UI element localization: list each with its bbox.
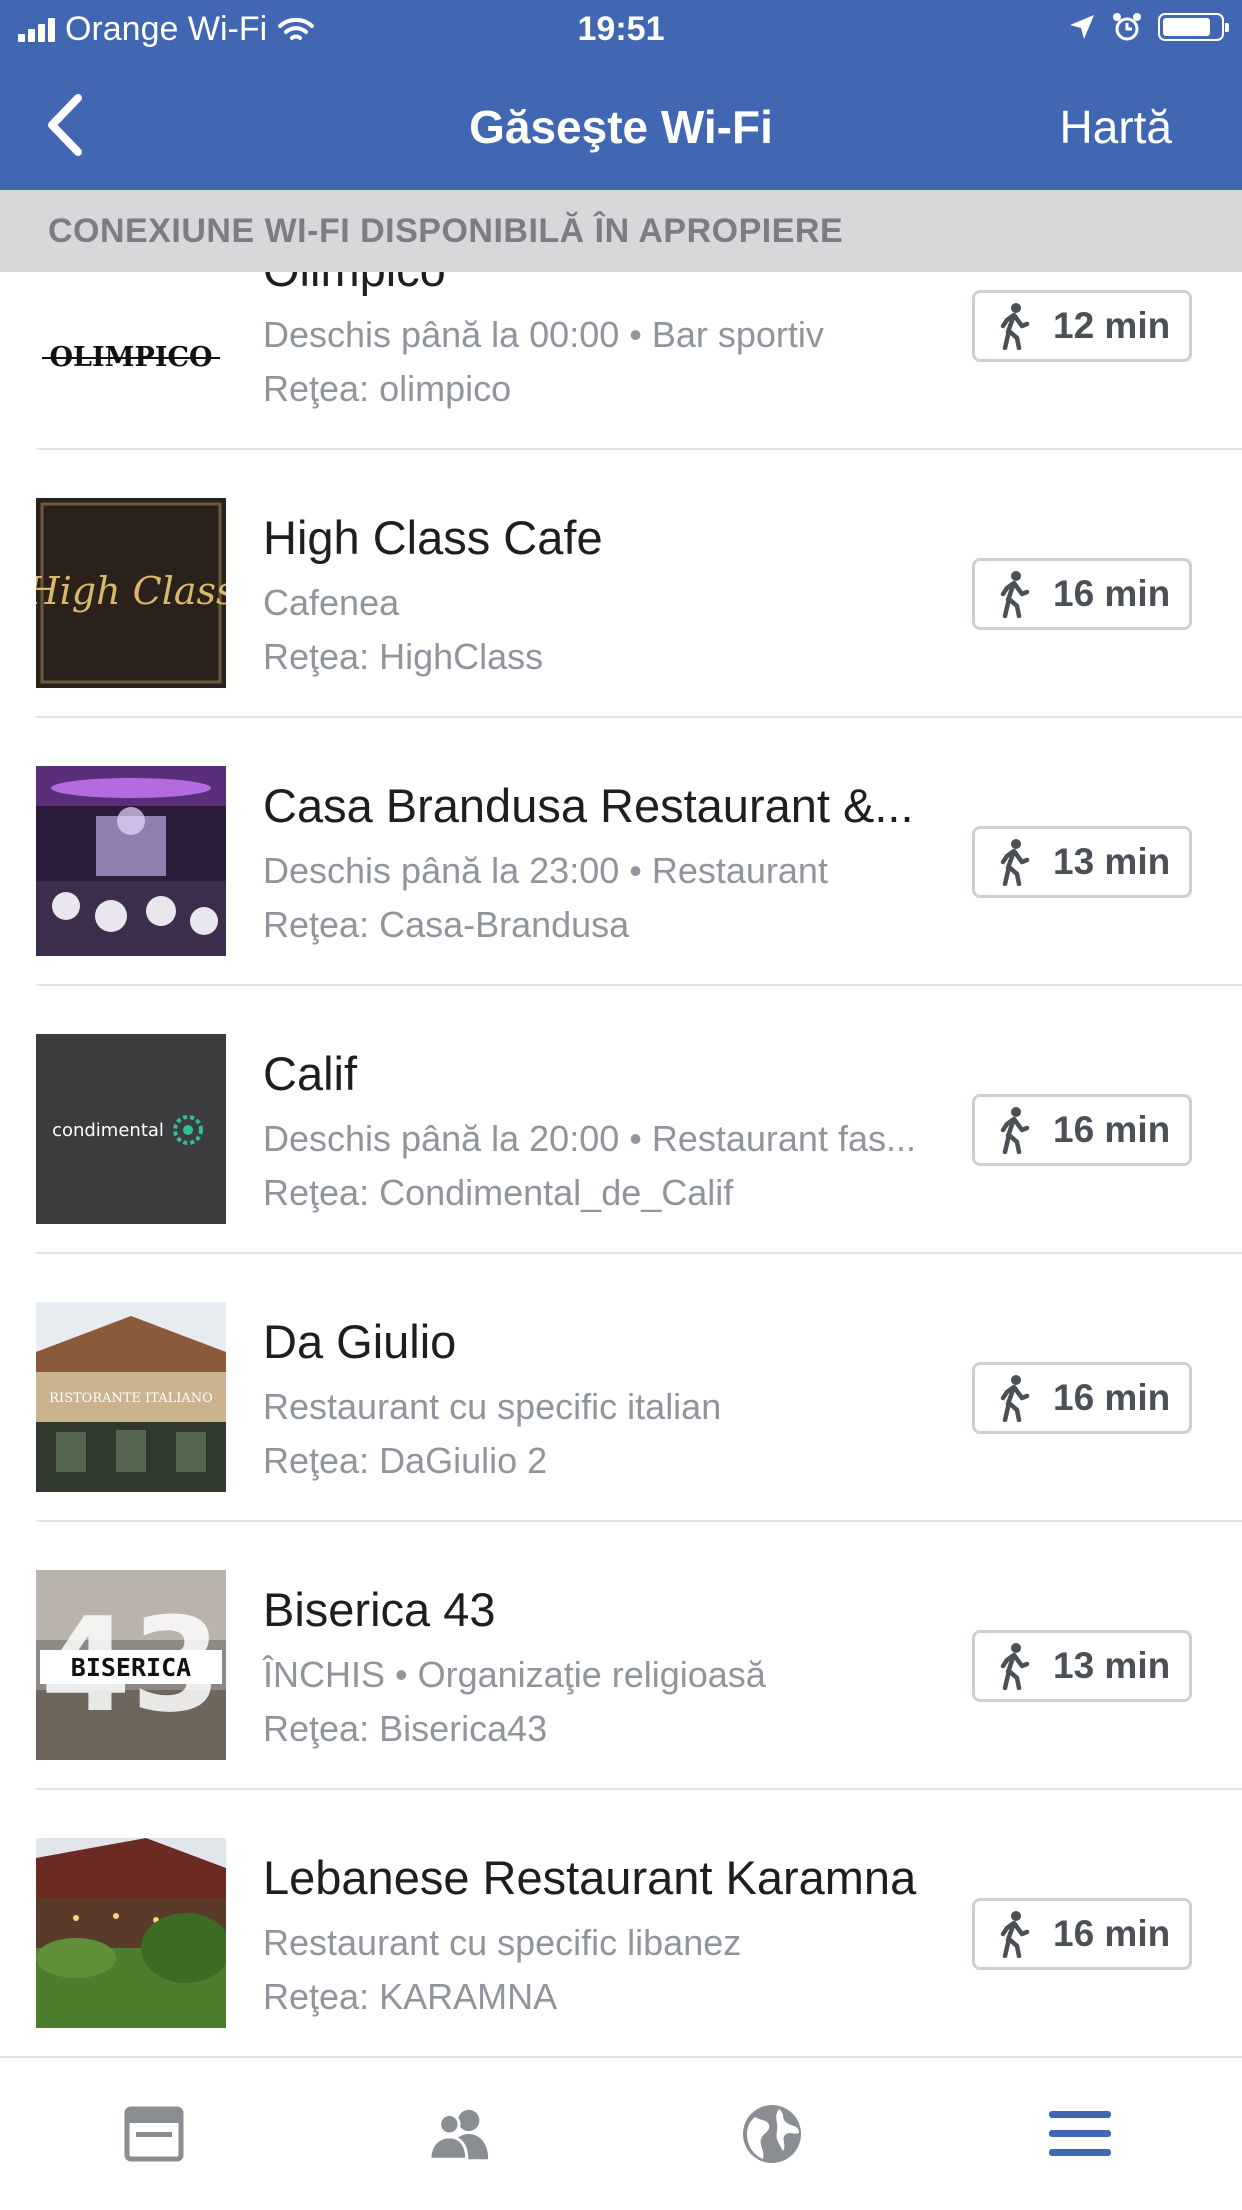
wifi-places-list: OLIMPICO Olimpico Deschis până la 00:00 … [0, 272, 1242, 2056]
walk-time-label: 16 min [1053, 1913, 1171, 1954]
navigation-bar: Găseşte Wi-Fi Hartă [0, 62, 1242, 190]
list-item[interactable]: 43 BISERICA Biserica 43 ÎNCHIS • Organiz… [0, 1522, 1242, 1790]
menu-icon [1049, 2111, 1111, 2156]
tab-bar [0, 2056, 1242, 2210]
list-item[interactable]: condimental Calif Deschis până la 20:00 … [0, 986, 1242, 1254]
place-network: Reţea: KARAMNA [263, 1976, 558, 2017]
place-thumbnail: 43 BISERICA [36, 1570, 226, 1760]
clock: 19:51 [577, 10, 665, 48]
status-bar: Orange Wi-Fi 19:51 [0, 0, 1242, 62]
place-name: Olimpico [263, 272, 446, 297]
walking-person-icon [1000, 1643, 1030, 1690]
walking-person-icon [1000, 1107, 1030, 1154]
place-thumbnail: OLIMPICO [36, 272, 226, 420]
walk-time-label: 16 min [1053, 1109, 1171, 1150]
walking-person-icon [1000, 1375, 1030, 1422]
section-header: CONEXIUNE WI-FI DISPONIBILĂ ÎN APROPIERE [0, 190, 1242, 272]
walk-time-label: 13 min [1053, 1645, 1171, 1686]
place-subtitle: Deschis până la 20:00 • Restaurant fas..… [263, 1118, 916, 1159]
place-subtitle: Deschis până la 00:00 • Bar sportiv [263, 314, 824, 355]
place-name: Biserica 43 [263, 1583, 496, 1636]
thumbnail-logo-text: BISERICA [71, 1653, 191, 1682]
place-subtitle: Cafenea [263, 582, 400, 623]
thumbnail-logo-text: High Class [36, 569, 226, 613]
place-subtitle: ÎNCHIS • Organizaţie religioasă [263, 1654, 766, 1695]
place-thumbnail: condimental [36, 1034, 226, 1224]
place-name: Lebanese Restaurant Karamna [263, 1851, 917, 1904]
thumbnail-logo-text: condimental [52, 1120, 164, 1141]
list-item[interactable]: RISTORANTE ITALIANO Da Giulio Restaurant… [0, 1254, 1242, 1522]
walk-time-button[interactable]: 13 min [972, 1630, 1192, 1702]
thumbnail-sign-text: RISTORANTE ITALIANO [49, 1391, 213, 1406]
place-name: High Class Cafe [263, 511, 603, 564]
walk-time-button[interactable]: 16 min [972, 1362, 1192, 1434]
tab-friends[interactable] [428, 2102, 492, 2166]
tab-globe[interactable] [740, 2102, 804, 2166]
walk-time-button[interactable]: 16 min [972, 558, 1192, 630]
walk-time-button[interactable]: 16 min [972, 1898, 1192, 1970]
battery-icon [1158, 13, 1229, 41]
news-feed-icon [124, 2106, 184, 2162]
walk-time-label: 16 min [1053, 573, 1171, 614]
place-network: Reţea: olimpico [263, 368, 512, 409]
walk-time-label: 13 min [1053, 841, 1171, 882]
place-name: Calif [263, 1047, 358, 1100]
walk-time-button[interactable]: 13 min [972, 826, 1192, 898]
place-name: Da Giulio [263, 1315, 457, 1368]
place-network: Reţea: Casa-Brandusa [263, 904, 630, 945]
place-network: Reţea: Condimental_de_Calif [263, 1172, 734, 1213]
walk-time-button[interactable]: 16 min [972, 1094, 1192, 1166]
tab-menu[interactable] [1048, 2102, 1112, 2166]
place-network: Reţea: DaGiulio 2 [263, 1440, 548, 1481]
place-thumbnail: RISTORANTE ITALIANO [36, 1302, 226, 1492]
location-arrow-icon [1070, 15, 1094, 39]
globe-icon [743, 2105, 801, 2163]
walk-time-label: 16 min [1053, 1377, 1171, 1418]
place-thumbnail: High Class [36, 498, 226, 688]
place-subtitle: Restaurant cu specific libanez [263, 1922, 742, 1963]
alarm-icon [1113, 13, 1141, 41]
list-item[interactable]: High Class High Class Cafe Cafenea Reţea… [0, 450, 1242, 718]
place-network: Reţea: Biserica43 [263, 1708, 548, 1749]
walking-person-icon [1000, 839, 1030, 886]
list-item[interactable]: Casa Brandusa Restaurant &... Deschis pâ… [0, 718, 1242, 986]
place-name: Casa Brandusa Restaurant &... [263, 779, 914, 832]
walk-time-label: 12 min [1053, 305, 1171, 346]
place-subtitle: Deschis până la 23:00 • Restaurant [263, 850, 828, 891]
friends-icon [428, 2109, 489, 2161]
page-title: Găseşte Wi-Fi [469, 101, 773, 153]
place-network: Reţea: HighClass [263, 636, 544, 677]
list-item[interactable]: OLIMPICO Olimpico Deschis până la 00:00 … [0, 272, 1242, 450]
list-item[interactable]: Lebanese Restaurant Karamna Restaurant c… [0, 1790, 1242, 2056]
walking-person-icon [1000, 303, 1030, 350]
map-button[interactable]: Hartă [1060, 100, 1172, 154]
place-thumbnail [36, 1838, 226, 2028]
walk-time-button[interactable]: 12 min [972, 290, 1192, 362]
place-subtitle: Restaurant cu specific italian [263, 1386, 722, 1427]
walking-person-icon [1000, 571, 1030, 618]
walking-person-icon [1000, 1911, 1030, 1958]
place-thumbnail [36, 766, 226, 956]
tab-news-feed[interactable] [122, 2102, 186, 2166]
